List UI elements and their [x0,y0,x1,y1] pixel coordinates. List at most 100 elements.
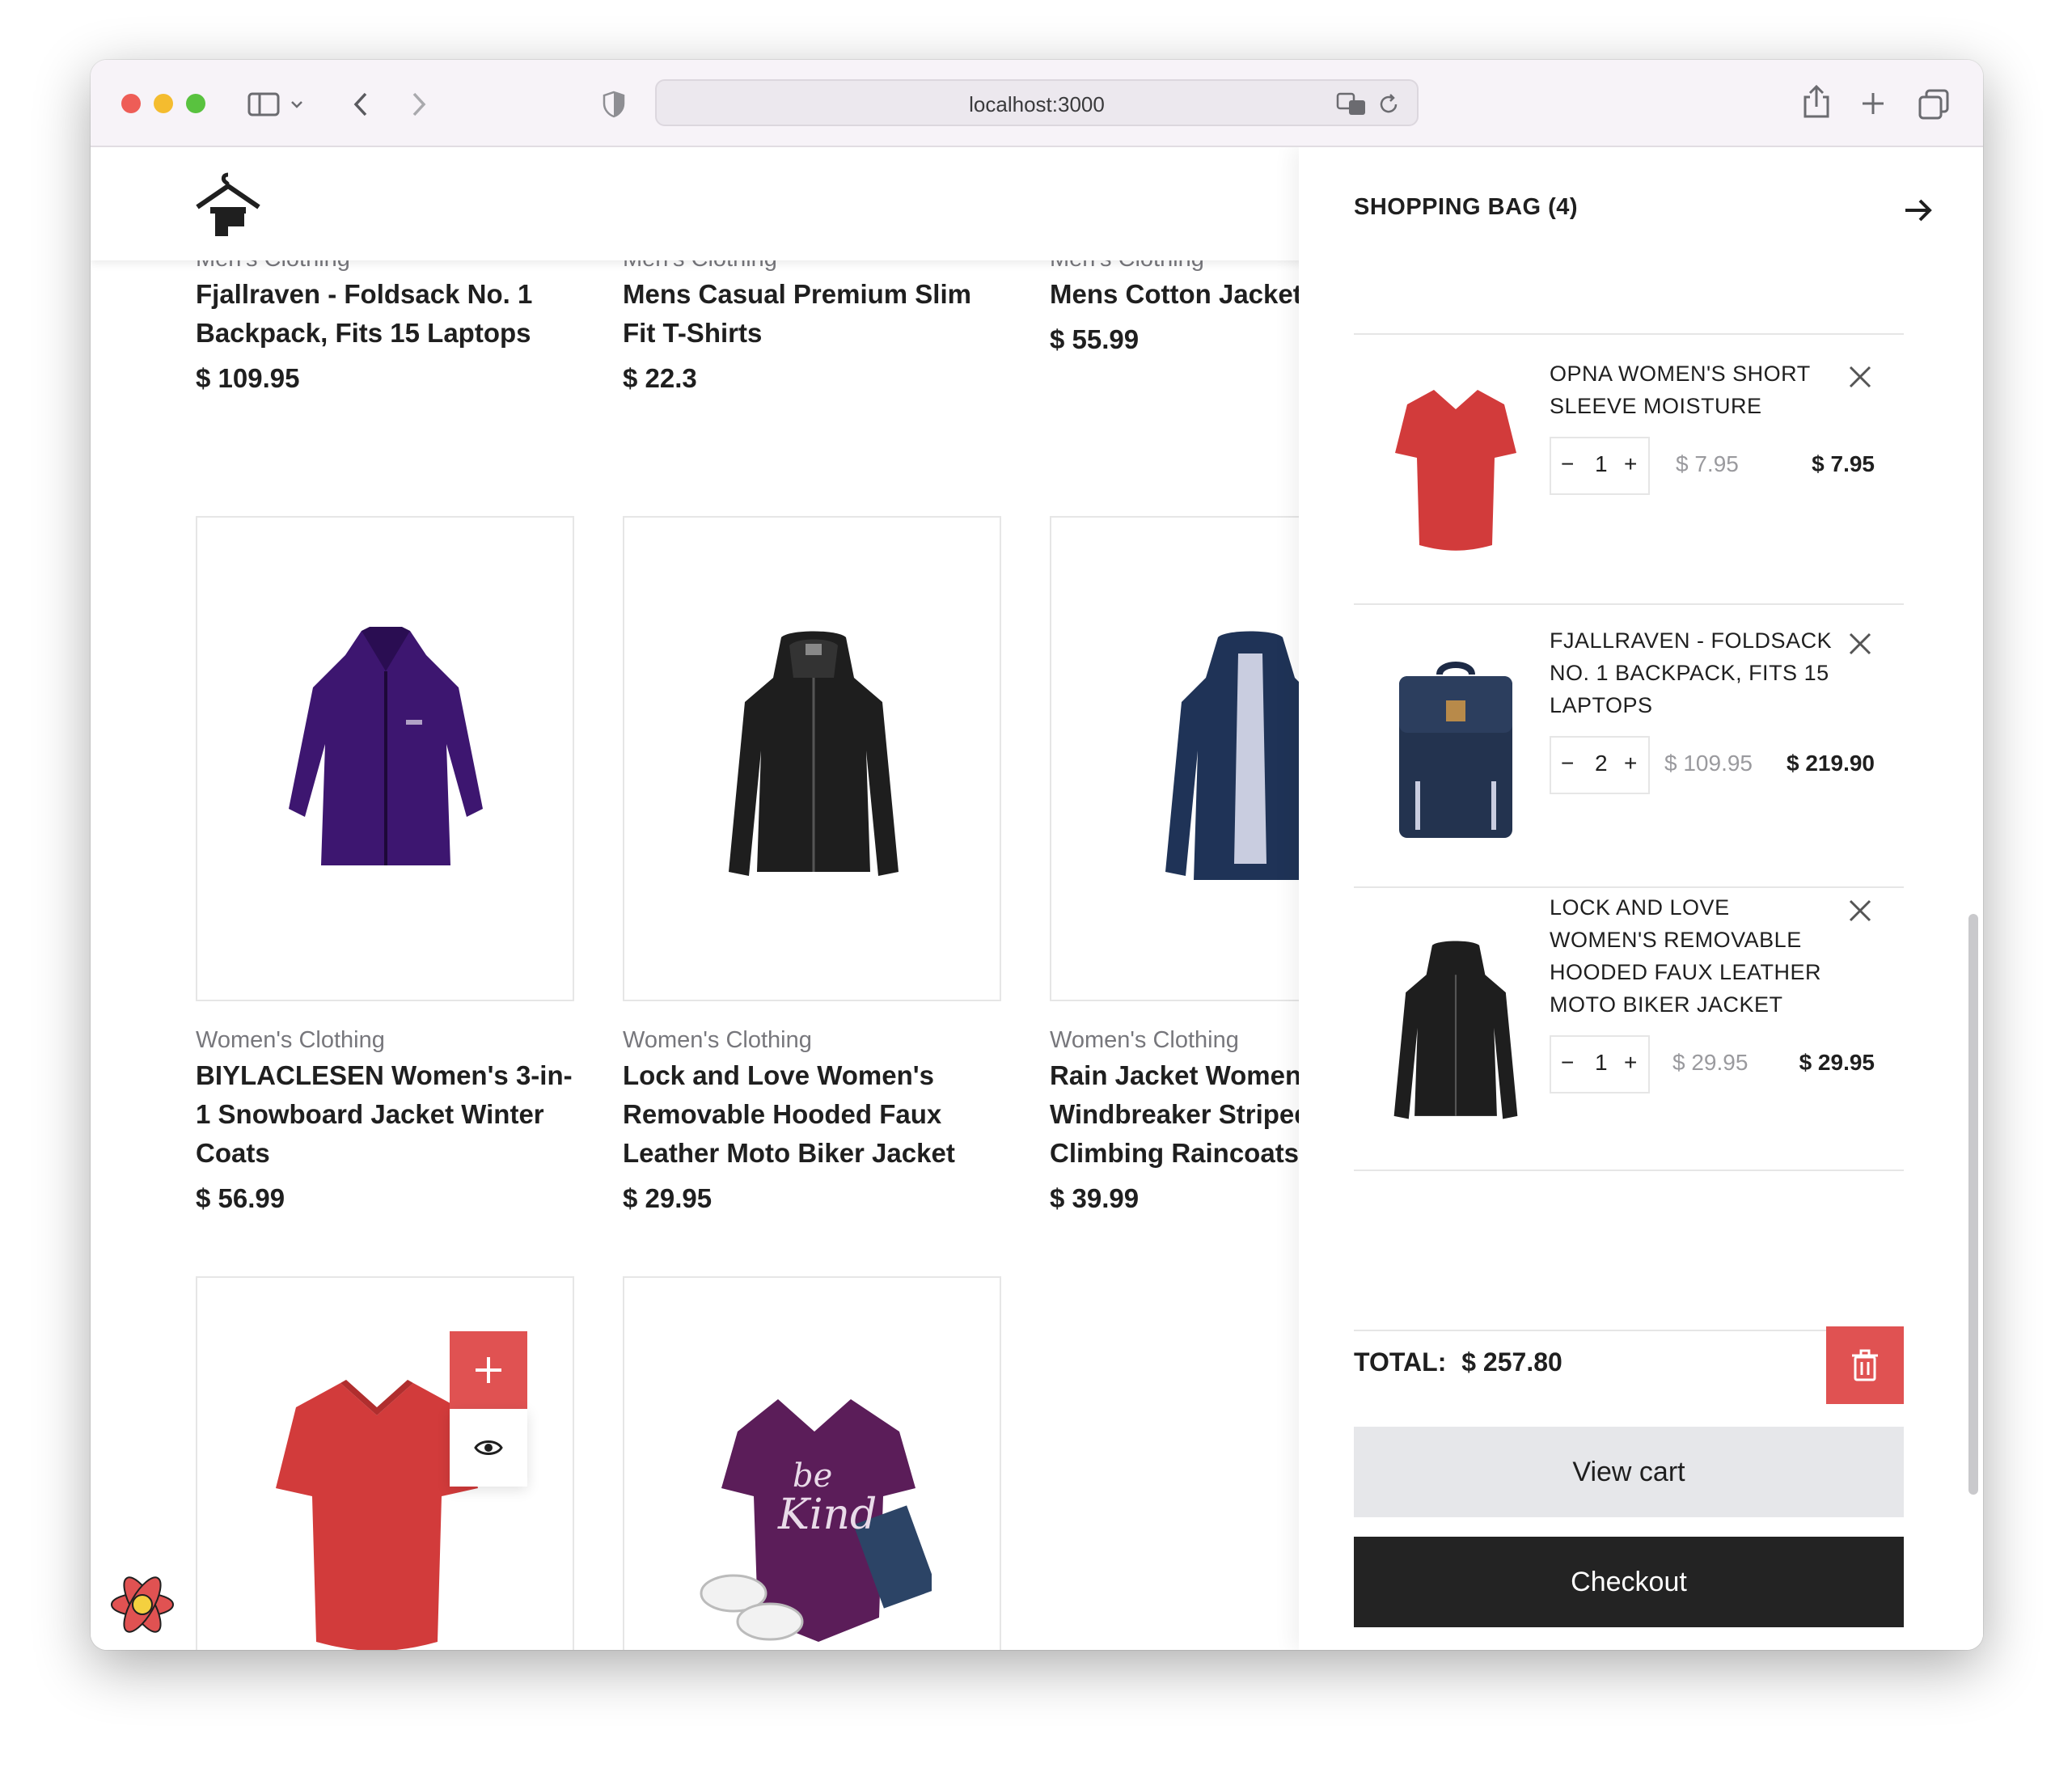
shop-page: Men's Clothing Fjallraven - Foldsack No.… [91,147,1983,1650]
product-title-line[interactable]: Lock and Love Women's [623,1056,1003,1095]
checkout-button[interactable]: Checkout [1354,1537,1904,1627]
shirt-print-text: Kind [777,1491,877,1539]
forward-icon[interactable] [409,91,429,118]
line-total: $ 7.95 [1812,451,1875,476]
close-window-button[interactable] [121,94,141,113]
cart-item-name-line: SLEEVE MOISTURE [1550,394,1762,418]
unit-price: $ 109.95 [1664,751,1753,776]
minimize-window-button[interactable] [154,94,173,113]
drawer-scrollbar[interactable] [1968,914,1978,1495]
product-image-card[interactable] [623,516,1001,1001]
product-price: $ 29.95 [623,1183,713,1213]
url-text: localhost:3000 [969,92,1105,116]
zoom-window-button[interactable] [186,94,205,113]
cart-item-name-line: MOTO BIKER JACKET [1550,992,1783,1017]
cart-drawer: SHOPPING BAG (4) OPNA WOMEN'S SHORT SLEE… [1299,147,1983,1650]
cart-item-name-line: FJALLRAVEN - FOLDSACK [1550,628,1833,653]
divider [1354,886,1904,888]
tab-overview-icon[interactable] [1918,89,1949,120]
product-image-card[interactable] [196,516,574,1001]
remove-item-close-icon[interactable] [1846,629,1875,658]
shirt-print-text: be [793,1457,832,1495]
browser-window: localhost:3000 Fjallraven - Foldsack No.… [91,60,1983,1650]
cart-item-name-line: HOODED FAUX LEATHER [1550,960,1822,984]
product-title-line[interactable]: Fjallraven - Foldsack No. 1 [196,275,576,314]
remove-item-close-icon[interactable] [1846,896,1875,925]
sidebar-toggle-icon[interactable] [247,92,280,116]
quantity-stepper[interactable]: − 1 + [1550,1035,1650,1093]
decrease-qty-button[interactable]: − [1561,1050,1574,1076]
purple-be-kind-tshirt-image: be Kind [700,1399,932,1642]
total-value: $ 257.80 [1461,1347,1562,1377]
product-price: $ 109.95 [196,363,300,393]
reload-icon[interactable] [1376,92,1401,116]
quantity-value: 1 [1595,451,1608,476]
product-title-line[interactable]: Fit T-Shirts [623,314,1003,353]
product-price: $ 56.99 [196,1183,285,1213]
product-card-text[interactable]: Women's Clothing BIYLACLESEN Women's 3-i… [196,1024,576,1218]
cart-total: TOTAL: $ 257.80 [1354,1347,1562,1377]
trash-icon [1852,1349,1878,1381]
arrow-right-icon[interactable] [1901,192,1936,228]
product-title-line[interactable]: 1 Snowboard Jacket Winter [196,1095,576,1134]
view-cart-button[interactable]: View cart [1354,1427,1904,1517]
decrease-qty-button[interactable]: − [1561,751,1574,776]
line-total: $ 219.90 [1787,751,1875,776]
unit-price: $ 29.95 [1672,1050,1749,1075]
cart-item-name[interactable]: LOCK AND LOVE WOMEN'S REMOVABLE HOODED F… [1550,891,1841,1021]
divider [1354,603,1904,605]
divider [1354,333,1904,335]
store-logo-icon[interactable] [194,171,262,239]
product-title-line[interactable]: Leather Moto Biker Jacket [623,1134,1003,1173]
add-to-cart-button[interactable] [450,1331,527,1409]
browser-toolbar: localhost:3000 [91,60,1983,147]
black-leather-jacket-image [729,631,899,876]
chevron-down-icon[interactable] [290,99,304,110]
product-title-line[interactable]: Removable Hooded Faux [623,1095,1003,1134]
increase-qty-button[interactable]: + [1624,751,1637,776]
cart-item-name-line: LAPTOPS [1550,693,1653,717]
increase-qty-button[interactable]: + [1624,1050,1637,1076]
total-label: TOTAL: [1354,1347,1447,1377]
product-title-line[interactable]: Coats [196,1134,576,1173]
remove-item-close-icon[interactable] [1846,362,1875,391]
product-card-text[interactable]: Women's Clothing Lock and Love Women's R… [623,1024,1003,1218]
translate-icon[interactable] [1336,91,1368,116]
react-devtools-icon[interactable] [108,1571,176,1639]
clear-cart-button[interactable] [1826,1326,1904,1404]
new-tab-icon[interactable] [1860,91,1886,116]
product-price: $ 22.3 [623,363,697,393]
purple-jacket-image [289,627,483,865]
back-icon[interactable] [351,91,370,118]
privacy-shield-icon[interactable] [602,91,626,118]
share-icon[interactable] [1802,84,1831,120]
increase-qty-button[interactable]: + [1624,451,1637,477]
cart-item-image [1395,390,1516,551]
cart-item-name[interactable]: FJALLRAVEN - FOLDSACK NO. 1 BACKPACK, FI… [1550,624,1841,721]
address-bar[interactable]: localhost:3000 [655,79,1419,126]
cart-item-name-line: OPNA WOMEN'S SHORT [1550,362,1811,386]
cart-item-image [1393,941,1518,1119]
cart-item-name-line: WOMEN'S REMOVABLE [1550,928,1802,952]
cart-item-name-line: NO. 1 BACKPACK, FITS 15 [1550,661,1829,685]
product-title-line[interactable]: Mens Casual Premium Slim [623,275,1003,314]
quick-view-button[interactable] [450,1409,527,1487]
quantity-stepper[interactable]: − 1 + [1550,437,1650,495]
plus-icon [476,1357,501,1383]
cart-item-image [1399,662,1512,838]
cart-title: SHOPPING BAG (4) [1354,194,1579,220]
cart-item-name-line: LOCK AND LOVE [1550,895,1730,920]
line-total: $ 29.95 [1799,1050,1875,1075]
product-category: Women's Clothing [196,1027,385,1053]
eye-icon [474,1440,503,1455]
product-card-text[interactable]: Men's Clothing Mens Casual Premium Slim … [623,243,1003,398]
cart-item-name[interactable]: OPNA WOMEN'S SHORT SLEEVE MOISTURE [1550,357,1841,422]
product-card-text[interactable]: Men's Clothing Fjallraven - Foldsack No.… [196,243,576,398]
product-title-line[interactable]: BIYLACLESEN Women's 3-in- [196,1056,576,1095]
product-category: Women's Clothing [623,1027,812,1053]
product-image-card[interactable]: be Kind [623,1276,1001,1650]
quantity-stepper[interactable]: − 2 + [1550,736,1650,794]
decrease-qty-button[interactable]: − [1561,451,1574,477]
quantity-value: 2 [1595,751,1608,776]
product-title-line[interactable]: Backpack, Fits 15 Laptops [196,314,576,353]
